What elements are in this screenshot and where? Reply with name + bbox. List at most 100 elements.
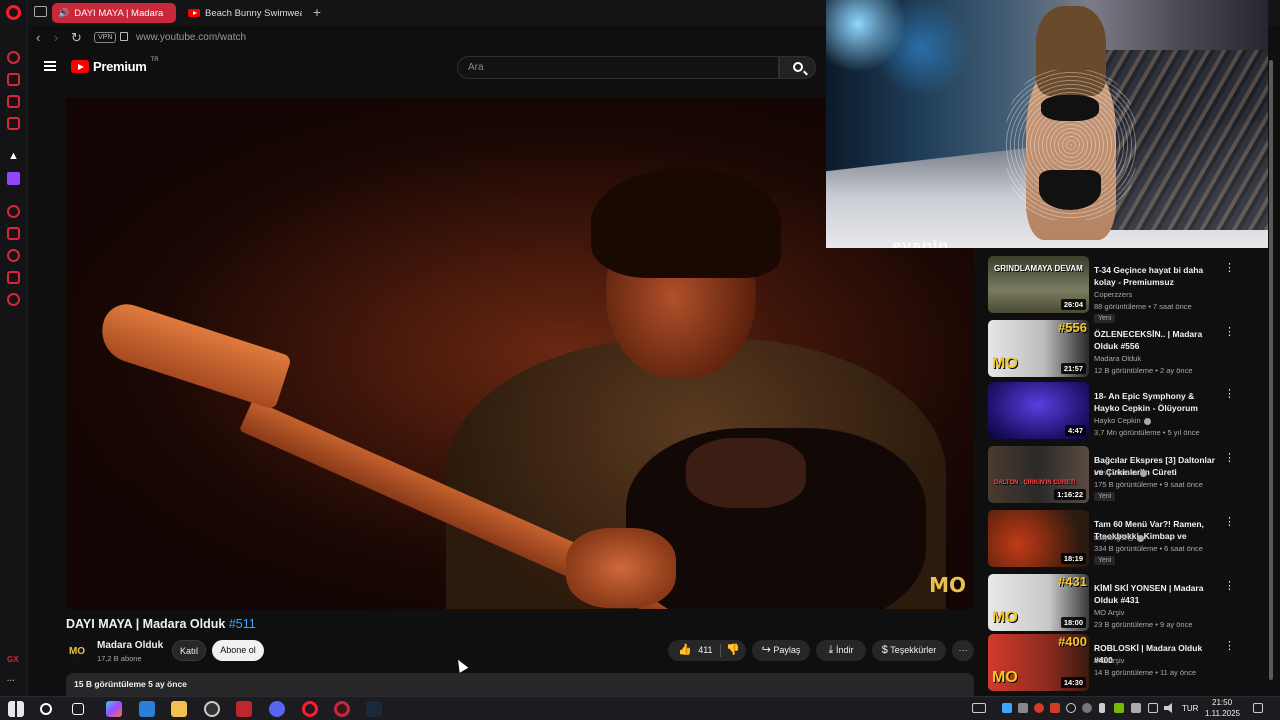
speaker-icon[interactable]: 🔊 <box>58 8 69 19</box>
channel-watermark[interactable]: MO <box>929 573 966 597</box>
tray-icon[interactable] <box>1066 703 1076 713</box>
share-icon[interactable] <box>7 271 20 284</box>
tray-icon[interactable] <box>1131 703 1141 713</box>
player-icon[interactable] <box>7 205 20 218</box>
clock-date[interactable]: 1.11.2025 <box>1205 709 1240 718</box>
rec-title[interactable]: KİMİ SKİ YONSEN | Madara Olduk #431 <box>1094 582 1218 606</box>
more-vert-icon[interactable]: ⋮ <box>1224 517 1235 528</box>
rec-title[interactable]: ÖZLENECEKSİN.. | Madara Olduk #556 <box>1094 328 1218 352</box>
task-view-icon[interactable] <box>72 703 84 715</box>
tab-active[interactable]: 🔊 DAYI MAYA | Madara <box>52 3 176 23</box>
settings-icon[interactable] <box>7 293 20 306</box>
network-icon[interactable] <box>1148 703 1158 713</box>
picture-in-picture-video[interactable]: ...evapin <box>826 0 1268 248</box>
tray-icon[interactable] <box>1034 703 1044 713</box>
youtube-logo[interactable]: Premium TR <box>71 57 159 74</box>
avatar[interactable]: MO <box>66 641 88 663</box>
rec-channel[interactable]: tzuyang쯔양 <box>1094 532 1145 543</box>
search-input[interactable]: Ara <box>457 56 779 79</box>
windows-start-icon[interactable] <box>8 701 24 717</box>
file-explorer-icon[interactable] <box>171 701 187 717</box>
language-indicator[interactable]: TUR <box>1182 704 1198 713</box>
video-thumbnail[interactable]: GRINDLAMAYA DEVAM 26:04 <box>988 256 1089 313</box>
more-vert-icon[interactable]: ⋮ <box>1224 453 1235 464</box>
clock-time[interactable]: 21:50 <box>1212 698 1232 707</box>
tab-switcher-icon[interactable] <box>34 6 47 17</box>
copilot-icon[interactable] <box>106 701 122 717</box>
download-button[interactable]: ⤓ İndir <box>816 640 866 661</box>
rec-channel[interactable]: Hayko Cepkin <box>1094 416 1151 425</box>
video-title-tag[interactable]: #511 <box>229 617 256 631</box>
rec-channel[interactable]: MO Arşiv <box>1094 608 1124 617</box>
discord-icon[interactable] <box>269 701 285 717</box>
messenger-icon[interactable] <box>7 95 20 108</box>
notification-icon[interactable] <box>1253 703 1263 713</box>
dislike-button[interactable]: 👎 <box>720 640 746 661</box>
tray-icon[interactable] <box>1002 703 1012 713</box>
forward-icon[interactable]: › <box>54 30 58 46</box>
more-vert-icon[interactable]: ⋮ <box>1224 641 1235 652</box>
video-thumbnail[interactable]: 4:47 <box>988 382 1089 439</box>
app-icon[interactable] <box>236 701 252 717</box>
tray-icon[interactable] <box>1018 703 1028 713</box>
rec-channel[interactable]: Mind Vorteks <box>1094 468 1148 477</box>
back-icon[interactable]: ‹ <box>36 30 40 46</box>
video-thumbnail[interactable]: #431 MO 18:00 <box>988 574 1089 631</box>
steam-icon[interactable] <box>366 701 382 717</box>
edge-icon[interactable] <box>139 701 155 717</box>
video-thumbnail[interactable]: 18:19 <box>988 510 1089 567</box>
microphone-icon[interactable] <box>1099 703 1105 713</box>
vpn-badge[interactable]: VPN <box>94 32 117 43</box>
steam-like-icon[interactable] <box>204 701 220 717</box>
volume-icon[interactable] <box>1164 703 1172 713</box>
bookmark-icon[interactable] <box>7 227 20 240</box>
rec-title[interactable]: T-34 Geçince hayat bi daha kolay - Premi… <box>1094 264 1218 288</box>
opera-icon[interactable] <box>302 701 318 717</box>
share-button[interactable]: ↪ Paylaş <box>752 640 810 661</box>
rec-title[interactable]: 18- An Epic Symphony & Hayko Cepkin - Öl… <box>1094 390 1218 414</box>
news-icon[interactable] <box>7 117 20 130</box>
opera-gx-icon[interactable] <box>334 701 350 717</box>
more-vert-icon[interactable]: ⋮ <box>1224 327 1235 338</box>
gx-label[interactable]: GX <box>7 655 19 664</box>
reload-icon[interactable]: ↻ <box>71 30 82 46</box>
nvidia-icon[interactable] <box>1114 703 1124 713</box>
list-item[interactable]: #556 MO 21:57 ÖZLENECEKSİN.. | Madara Ol… <box>988 320 1250 382</box>
more-actions-button[interactable]: ··· <box>952 640 974 661</box>
join-button[interactable]: Katıl <box>172 640 206 661</box>
video-thumbnail[interactable]: DALTON . ÇİRKİN'İN CÜRETİ 1:16:22 <box>988 446 1089 503</box>
list-item[interactable]: #400 MO 14:30 ROBLOSKİ | Madara Olduk #4… <box>988 634 1250 696</box>
list-item[interactable]: GRINDLAMAYA DEVAM 26:04 T-34 Geçince hay… <box>988 256 1250 323</box>
video-thumbnail[interactable]: #556 MO 21:57 <box>988 320 1089 377</box>
video-thumbnail[interactable]: #400 MO 14:30 <box>988 634 1089 691</box>
new-tab-button[interactable]: + <box>310 5 324 19</box>
twitch-icon[interactable] <box>7 172 20 185</box>
keyboard-icon[interactable] <box>972 703 986 713</box>
subscribe-button[interactable]: Abone ol <box>212 640 264 661</box>
rec-channel[interactable]: MO Arşiv <box>1094 656 1124 665</box>
url-field[interactable]: www.youtube.com/watch <box>136 32 246 43</box>
more-icon[interactable]: ··· <box>7 676 15 685</box>
search-button[interactable] <box>779 56 816 79</box>
search-icon[interactable] <box>40 703 52 715</box>
list-item[interactable]: #431 MO 18:00 KİMİ SKİ YONSEN | Madara O… <box>988 574 1250 636</box>
list-item[interactable]: 4:47 18- An Epic Symphony & Hayko Cepkin… <box>988 382 1250 444</box>
bag-icon[interactable] <box>7 73 20 86</box>
history-icon[interactable] <box>7 249 20 262</box>
channel-name[interactable]: Madara Olduk <box>97 640 163 651</box>
menu-icon[interactable] <box>44 61 56 71</box>
list-item[interactable]: DALTON . ÇİRKİN'İN CÜRETİ 1:16:22 Bağcıl… <box>988 446 1250 508</box>
more-vert-icon[interactable]: ⋮ <box>1224 581 1235 592</box>
ai-icon[interactable]: ▲ <box>7 150 20 163</box>
list-item[interactable]: 18:19 Tam 60 Menü Var?! Ramen, Tteokbokk… <box>988 510 1250 572</box>
rec-channel[interactable]: Coperzzers <box>1094 290 1132 299</box>
scrollbar[interactable] <box>1269 60 1273 680</box>
rec-channel[interactable]: Madara Olduk <box>1094 354 1141 363</box>
description-box[interactable]: 15 B görüntüleme 5 ay önce <box>66 673 974 696</box>
more-vert-icon[interactable]: ⋮ <box>1224 263 1235 274</box>
lock-icon[interactable] <box>120 32 128 41</box>
tray-icon[interactable] <box>1082 703 1092 713</box>
tab-inactive[interactable]: Beach Bunny Swimwear <box>182 3 302 23</box>
opera-logo-icon[interactable] <box>6 5 21 20</box>
tray-icon[interactable] <box>1050 703 1060 713</box>
